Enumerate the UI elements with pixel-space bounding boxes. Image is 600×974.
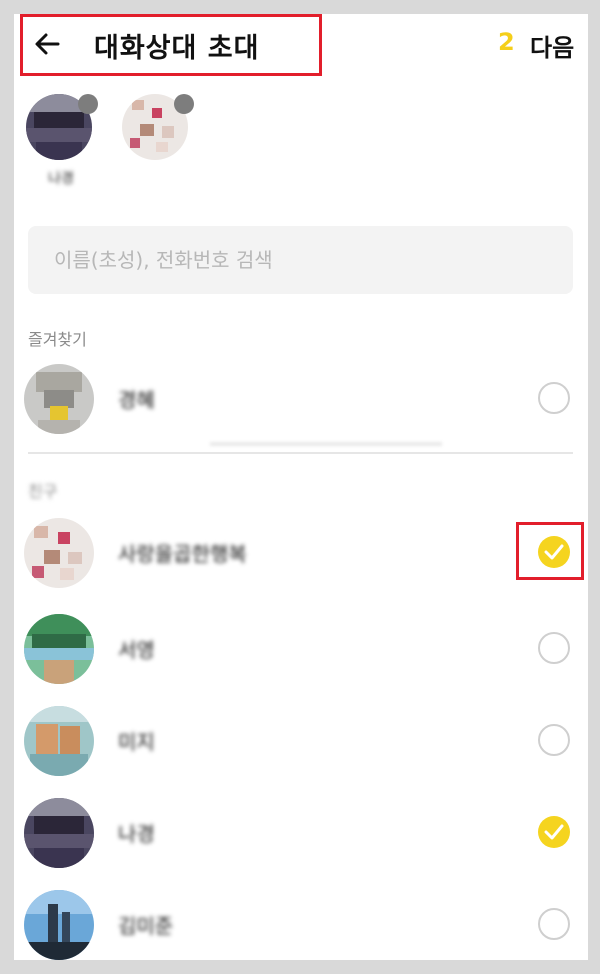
friend-name: 김미준 xyxy=(118,914,174,938)
friend-name: 나경 xyxy=(118,822,155,846)
avatar xyxy=(24,798,94,868)
selected-friends-bar: 나경 xyxy=(14,94,588,204)
avatar xyxy=(24,890,94,960)
avatar xyxy=(24,364,94,434)
list-item[interactable]: 나경 xyxy=(14,788,588,878)
list-item[interactable]: 김미준 xyxy=(14,880,588,960)
section-divider xyxy=(28,452,573,454)
pixel-artifact xyxy=(210,442,442,446)
search-box[interactable] xyxy=(28,226,573,294)
avatar xyxy=(24,706,94,776)
selected-friend[interactable] xyxy=(122,94,194,194)
list-item[interactable]: 서영 xyxy=(14,604,588,694)
select-radio[interactable] xyxy=(538,632,570,664)
friend-name: 미지 xyxy=(118,730,155,754)
invite-screen: 대화상대 초대 2 다음 나경 이름(초성), 전화번호 검색 즐겨찾기 경혜 … xyxy=(14,14,588,960)
friend-name: 사랑을곱한행복 xyxy=(118,542,247,566)
check-icon xyxy=(544,824,564,840)
list-item[interactable]: 미지 xyxy=(14,696,588,786)
check-icon xyxy=(544,544,564,560)
list-item[interactable]: 경혜 xyxy=(14,354,588,444)
arrow-left-icon[interactable] xyxy=(32,28,64,60)
select-radio[interactable] xyxy=(538,908,570,940)
select-radio-checked[interactable] xyxy=(538,536,570,568)
selected-friend[interactable]: 나경 xyxy=(26,94,98,194)
avatar xyxy=(24,518,94,588)
friends-header: 친구 xyxy=(28,482,58,501)
select-radio[interactable] xyxy=(538,724,570,756)
selected-count: 2 xyxy=(498,28,515,56)
friend-name: 서영 xyxy=(118,638,155,662)
friend-name: 경혜 xyxy=(118,388,155,412)
selected-friend-name: 나경 xyxy=(48,171,74,187)
avatar xyxy=(24,614,94,684)
next-button[interactable]: 다음 xyxy=(530,28,574,63)
search-input[interactable] xyxy=(28,226,573,294)
select-radio[interactable] xyxy=(538,382,570,414)
page-title: 대화상대 초대 xyxy=(94,33,260,64)
select-radio-checked[interactable] xyxy=(538,816,570,848)
list-item[interactable]: 사랑을곱한행복 xyxy=(14,508,588,598)
header: 대화상대 초대 2 다음 xyxy=(14,14,588,76)
favorites-header: 즐겨찾기 xyxy=(28,330,87,349)
selected-friend-name xyxy=(122,168,192,190)
remove-selected-icon[interactable] xyxy=(174,94,194,114)
remove-selected-icon[interactable] xyxy=(78,94,98,114)
